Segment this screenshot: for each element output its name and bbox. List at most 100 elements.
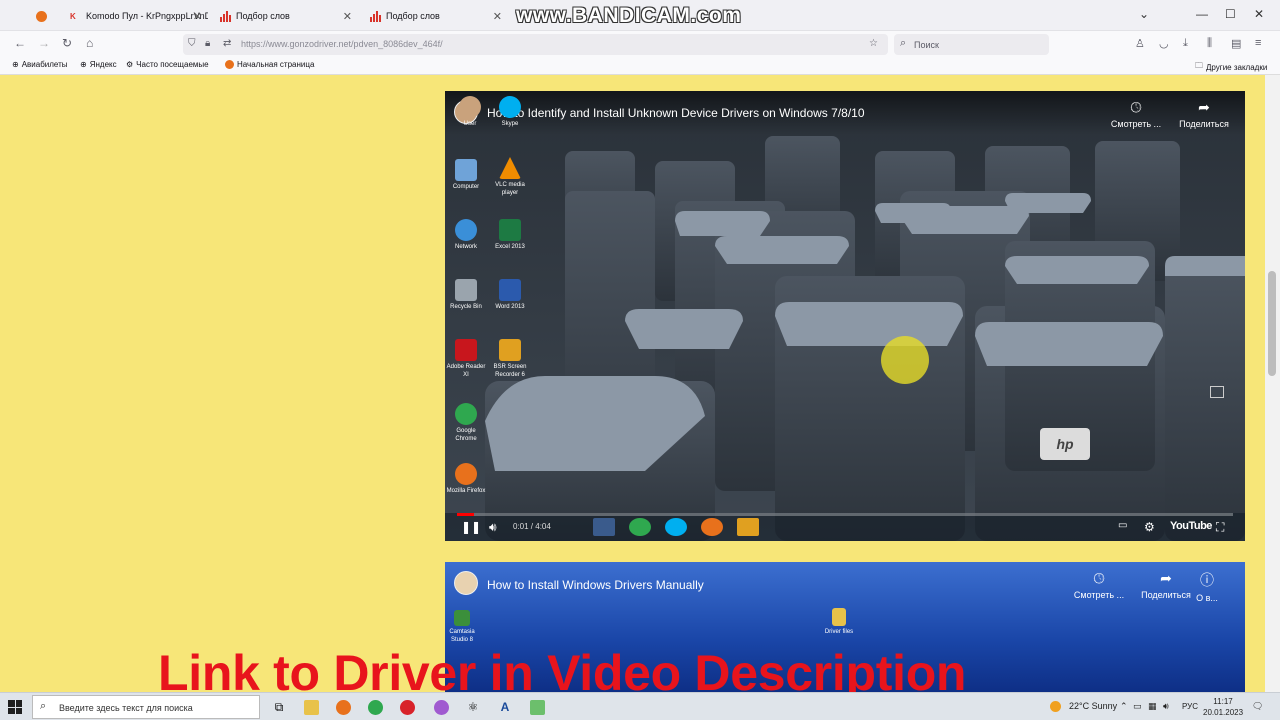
bookmark-most-visited[interactable]: ⚙ Часто посещаемые	[126, 60, 209, 69]
video-player-1[interactable]: How to Identify and Install Unknown Devi…	[445, 91, 1245, 541]
fullscreen-icon[interactable]: ⛶	[1216, 520, 1224, 535]
weather-icon[interactable]	[1050, 701, 1061, 714]
bookmarks-bar: ⊕ Авиабилеты ⊕ Яндекс ⚙ Часто посещаемые На…	[0, 57, 1280, 75]
downloads-icon[interactable]: ⤓	[1183, 37, 1188, 50]
bookmark-label: Часто посещаемые	[136, 60, 209, 69]
info-button[interactable]: ⓘ О в...	[1182, 570, 1232, 603]
opera-taskbar-icon[interactable]	[396, 697, 418, 717]
back-arrow-icon[interactable]: ←	[14, 36, 26, 50]
desktop-icon-label: Excel 2013	[495, 244, 525, 250]
bookmark-start-page[interactable]: Начальная страница	[225, 60, 314, 69]
browser-nav-bar: ← → ↻ ⌂ ⛉ 🔒︎ ⇄ https://www.gonzodriver.n…	[0, 31, 1280, 57]
gear-icon: ⚙	[126, 60, 134, 69]
taskbar-clock[interactable]: 11:17 20.01.2023	[1203, 696, 1243, 718]
desktop-icon: Adobe Reader XI	[445, 339, 487, 379]
reader-icon[interactable]: ▤	[1231, 37, 1241, 50]
channel-avatar[interactable]	[454, 571, 478, 595]
camtasia-icon	[454, 610, 470, 626]
language-indicator[interactable]: РУС	[1182, 702, 1198, 711]
home-icon[interactable]: ⌂	[86, 36, 93, 50]
tab-label: Подбор слов	[236, 11, 290, 21]
watch-later-label: Смотреть ...	[1110, 119, 1162, 129]
library-icon[interactable]: ⫼	[1207, 37, 1212, 50]
watch-later-button[interactable]: 🕓︎ Смотреть ...	[1064, 570, 1134, 600]
volume-icon[interactable]: 🔊︎	[489, 520, 497, 535]
maximize-icon[interactable]: ☐	[1225, 7, 1236, 21]
adobe-reader-icon	[455, 339, 477, 361]
shield-icon[interactable]: ⛉	[188, 38, 196, 49]
watch-later-button[interactable]: 🕓︎ Смотреть ...	[1101, 99, 1171, 129]
file-explorer-icon[interactable]	[300, 697, 322, 717]
notification-icon[interactable]: 🗨︎	[1252, 701, 1263, 712]
clock-date: 20.01.2023	[1203, 708, 1244, 717]
close-tab-icon[interactable]: ✕	[493, 10, 502, 23]
desktop-icon-label: Google Chrome	[455, 428, 477, 442]
windows-start-icon[interactable]	[8, 700, 22, 714]
desktop-icon-label: Word 2013	[495, 304, 525, 310]
app-taskbar-icon[interactable]	[430, 697, 452, 717]
lock-icon[interactable]: 🔒︎	[205, 38, 210, 49]
weather-text[interactable]: 22°C Sunny	[1069, 701, 1117, 711]
notes-taskbar-icon[interactable]	[526, 697, 548, 717]
pocket-icon[interactable]: ◡	[1159, 37, 1169, 50]
minimize-icon[interactable]: —	[1196, 7, 1208, 21]
network-icon[interactable]: ▦	[1148, 701, 1157, 712]
bookmark-label: Яндекс	[89, 60, 117, 69]
bookmark-yandex[interactable]: ⊕ Яндекс	[80, 60, 117, 69]
chrome-taskbar-icon[interactable]	[364, 697, 386, 717]
permissions-icon[interactable]: ⇄	[223, 38, 231, 49]
search-placeholder: Поиск	[914, 40, 939, 50]
excel-icon	[499, 219, 521, 241]
tab-komodo[interactable]: K Komodo Пул - KrPngxppLrVnD ✕	[62, 4, 208, 28]
tab-podbor-1[interactable]: Подбор слов ✕	[212, 4, 358, 28]
frame-taskbar-icon	[593, 518, 615, 536]
clock-icon: 🕓︎	[1130, 99, 1142, 115]
close-window-icon[interactable]: ✕	[1254, 7, 1264, 21]
desktop-icon-label: Skype	[501, 121, 519, 127]
volume-tray-icon[interactable]: 🔊︎	[1163, 701, 1169, 712]
skype-icon	[499, 96, 521, 118]
info-label: О в...	[1196, 593, 1218, 603]
firefox-taskbar-icon[interactable]	[332, 697, 354, 717]
reload-icon[interactable]: ↻	[62, 36, 72, 50]
tab-list-chevron-icon[interactable]: ⌄	[1139, 7, 1149, 21]
desktop-icon: Network	[445, 219, 487, 251]
close-tab-icon[interactable]: ✕	[193, 10, 202, 23]
search-bar[interactable]: ⌕ Поиск	[894, 34, 1049, 55]
tab-podbor-2[interactable]: Подбор слов ✕	[362, 4, 508, 28]
firefox-icon	[36, 10, 47, 22]
url-text[interactable]: https://www.gonzodriver.net/pdven_8086de…	[241, 39, 443, 49]
app-a-taskbar-icon[interactable]: A	[494, 697, 516, 717]
bookmark-aviabilety[interactable]: ⊕ Авиабилеты	[12, 60, 68, 69]
url-bar[interactable]: ⛉ 🔒︎ ⇄ https://www.gonzodriver.net/pdven…	[183, 34, 888, 55]
share-button[interactable]: ➦ Поделиться	[1169, 99, 1239, 129]
firefox-icon	[225, 60, 234, 69]
folder-icon: 🗀︎	[1195, 61, 1203, 70]
tab-pinned[interactable]	[28, 4, 58, 28]
battery-icon[interactable]: ▭	[1133, 701, 1142, 712]
video-title[interactable]: How to Install Windows Drivers Manually	[487, 578, 704, 592]
bookmark-star-icon[interactable]: ☆	[869, 38, 878, 49]
menu-icon[interactable]: ≡	[1255, 37, 1261, 49]
page-scrollbar[interactable]	[1265, 75, 1280, 692]
youtube-logo[interactable]: YouTube	[1170, 520, 1212, 532]
other-bookmarks[interactable]: 🗀︎ Другие закладки	[1195, 60, 1267, 74]
settings-gear-icon[interactable]: ⚙	[1144, 520, 1155, 534]
forward-arrow-icon[interactable]: →	[38, 36, 50, 50]
clock-time: 11:17	[1213, 697, 1233, 706]
scrollbar-thumb[interactable]	[1268, 271, 1276, 376]
atom-taskbar-icon[interactable]: ⚛	[462, 697, 484, 717]
video-title[interactable]: How to Identify and Install Unknown Devi…	[487, 106, 865, 120]
task-view-icon[interactable]: ⧉	[268, 697, 290, 717]
other-bookmarks-label: Другие закладки	[1206, 62, 1268, 72]
tray-chevron-icon[interactable]: ⌃	[1120, 701, 1128, 712]
taskbar-search-input[interactable]: ⌕ Введите здесь текст для поиска	[32, 695, 260, 719]
subtitles-icon[interactable]: ▭	[1118, 520, 1127, 531]
video-progress-bar[interactable]	[457, 513, 1233, 516]
account-icon[interactable]: ♙	[1135, 37, 1145, 50]
close-tab-icon[interactable]: ✕	[343, 10, 352, 23]
pause-icon[interactable]: ❚❚	[461, 520, 481, 534]
vlc-icon	[499, 157, 521, 179]
desktop-icon: Word 2013	[489, 279, 531, 311]
desktop-icon: Mozilla Firefox	[445, 463, 487, 495]
